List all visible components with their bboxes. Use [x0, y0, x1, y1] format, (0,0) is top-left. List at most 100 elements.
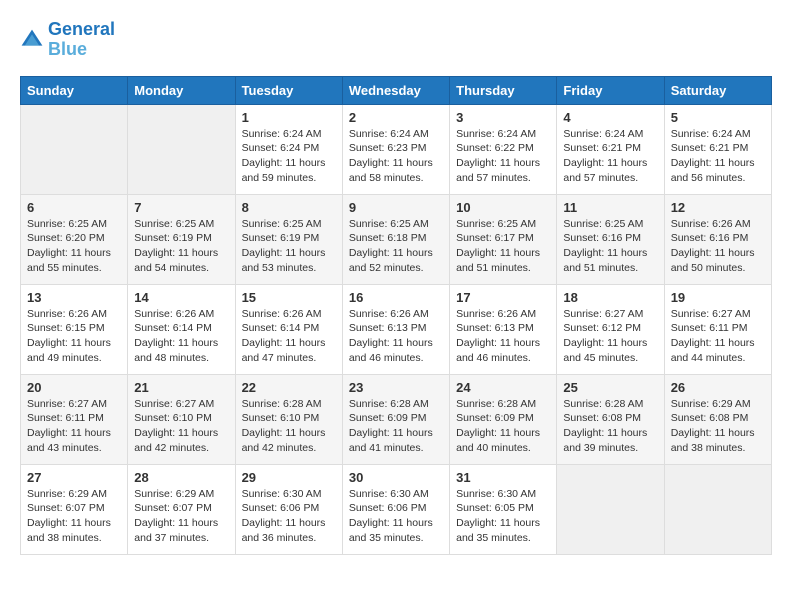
- logo-text: General Blue: [48, 20, 115, 60]
- logo: General Blue: [20, 20, 115, 60]
- day-number: 3: [456, 110, 550, 125]
- day-info: Sunrise: 6:27 AMSunset: 6:10 PMDaylight:…: [134, 397, 228, 456]
- day-info: Sunrise: 6:26 AMSunset: 6:13 PMDaylight:…: [349, 307, 443, 366]
- weekday-header: Tuesday: [235, 76, 342, 104]
- day-info: Sunrise: 6:24 AMSunset: 6:22 PMDaylight:…: [456, 127, 550, 186]
- day-info: Sunrise: 6:25 AMSunset: 6:18 PMDaylight:…: [349, 217, 443, 276]
- weekday-header: Wednesday: [342, 76, 449, 104]
- day-info: Sunrise: 6:25 AMSunset: 6:20 PMDaylight:…: [27, 217, 121, 276]
- day-number: 17: [456, 290, 550, 305]
- day-info: Sunrise: 6:28 AMSunset: 6:09 PMDaylight:…: [349, 397, 443, 456]
- calendar-week-row: 27 Sunrise: 6:29 AMSunset: 6:07 PMDayligh…: [21, 464, 772, 554]
- calendar-day-cell: 7 Sunrise: 6:25 AMSunset: 6:19 PMDaylight…: [128, 194, 235, 284]
- day-info: Sunrise: 6:25 AMSunset: 6:19 PMDaylight:…: [134, 217, 228, 276]
- page-header: General Blue: [20, 20, 772, 60]
- calendar-day-cell: 1Sunrise: 6:24 AMSunset: 6:24 PMDaylight…: [235, 104, 342, 194]
- calendar-week-row: 6 Sunrise: 6:25 AMSunset: 6:20 PMDaylight…: [21, 194, 772, 284]
- day-number: 6: [27, 200, 121, 215]
- day-info: Sunrise: 6:30 AMSunset: 6:06 PMDaylight:…: [349, 487, 443, 546]
- day-info: Sunrise: 6:28 AMSunset: 6:10 PMDaylight:…: [242, 397, 336, 456]
- calendar-day-cell: 14 Sunrise: 6:26 AMSunset: 6:14 PMDayligh…: [128, 284, 235, 374]
- day-number: 23: [349, 380, 443, 395]
- day-info: Sunrise: 6:27 AMSunset: 6:12 PMDaylight:…: [563, 307, 657, 366]
- day-number: 1: [242, 110, 336, 125]
- day-info: Sunrise: 6:26 AMSunset: 6:16 PMDaylight:…: [671, 217, 765, 276]
- calendar-day-cell: 28 Sunrise: 6:29 AMSunset: 6:07 PMDayligh…: [128, 464, 235, 554]
- day-number: 2: [349, 110, 443, 125]
- calendar-day-cell: [664, 464, 771, 554]
- day-info: Sunrise: 6:26 AMSunset: 6:14 PMDaylight:…: [134, 307, 228, 366]
- calendar-week-row: 20 Sunrise: 6:27 AMSunset: 6:11 PMDayligh…: [21, 374, 772, 464]
- calendar-day-cell: 18 Sunrise: 6:27 AMSunset: 6:12 PMDayligh…: [557, 284, 664, 374]
- calendar-day-cell: 12 Sunrise: 6:26 AMSunset: 6:16 PMDayligh…: [664, 194, 771, 284]
- day-info: Sunrise: 6:29 AMSunset: 6:07 PMDaylight:…: [134, 487, 228, 546]
- calendar-header-row: SundayMondayTuesdayWednesdayThursdayFrid…: [21, 76, 772, 104]
- day-number: 10: [456, 200, 550, 215]
- calendar-day-cell: 16 Sunrise: 6:26 AMSunset: 6:13 PMDayligh…: [342, 284, 449, 374]
- day-number: 7: [134, 200, 228, 215]
- day-info: Sunrise: 6:29 AMSunset: 6:08 PMDaylight:…: [671, 397, 765, 456]
- calendar-day-cell: 10 Sunrise: 6:25 AMSunset: 6:17 PMDayligh…: [450, 194, 557, 284]
- calendar-day-cell: 30Sunrise: 6:30 AMSunset: 6:06 PMDayligh…: [342, 464, 449, 554]
- day-number: 28: [134, 470, 228, 485]
- calendar-day-cell: 17 Sunrise: 6:26 AMSunset: 6:13 PMDayligh…: [450, 284, 557, 374]
- day-number: 8: [242, 200, 336, 215]
- day-number: 5: [671, 110, 765, 125]
- calendar-day-cell: 21 Sunrise: 6:27 AMSunset: 6:10 PMDayligh…: [128, 374, 235, 464]
- weekday-header: Friday: [557, 76, 664, 104]
- day-number: 20: [27, 380, 121, 395]
- day-number: 12: [671, 200, 765, 215]
- day-number: 19: [671, 290, 765, 305]
- day-info: Sunrise: 6:24 AMSunset: 6:21 PMDaylight:…: [563, 127, 657, 186]
- calendar-day-cell: [21, 104, 128, 194]
- day-info: Sunrise: 6:30 AMSunset: 6:05 PMDaylight:…: [456, 487, 550, 546]
- calendar-day-cell: 3 Sunrise: 6:24 AMSunset: 6:22 PMDaylight…: [450, 104, 557, 194]
- day-info: Sunrise: 6:26 AMSunset: 6:15 PMDaylight:…: [27, 307, 121, 366]
- calendar-day-cell: 26Sunrise: 6:29 AMSunset: 6:08 PMDayligh…: [664, 374, 771, 464]
- calendar-day-cell: 19Sunrise: 6:27 AMSunset: 6:11 PMDayligh…: [664, 284, 771, 374]
- weekday-header: Sunday: [21, 76, 128, 104]
- calendar-day-cell: 9Sunrise: 6:25 AMSunset: 6:18 PMDaylight…: [342, 194, 449, 284]
- day-number: 13: [27, 290, 121, 305]
- calendar-day-cell: 15 Sunrise: 6:26 AMSunset: 6:14 PMDayligh…: [235, 284, 342, 374]
- calendar-day-cell: 22 Sunrise: 6:28 AMSunset: 6:10 PMDayligh…: [235, 374, 342, 464]
- day-number: 22: [242, 380, 336, 395]
- day-number: 27: [27, 470, 121, 485]
- day-info: Sunrise: 6:25 AMSunset: 6:19 PMDaylight:…: [242, 217, 336, 276]
- weekday-header: Saturday: [664, 76, 771, 104]
- logo-icon: [20, 28, 44, 52]
- calendar-week-row: 13 Sunrise: 6:26 AMSunset: 6:15 PMDayligh…: [21, 284, 772, 374]
- calendar-day-cell: 6 Sunrise: 6:25 AMSunset: 6:20 PMDaylight…: [21, 194, 128, 284]
- day-number: 24: [456, 380, 550, 395]
- day-info: Sunrise: 6:26 AMSunset: 6:13 PMDaylight:…: [456, 307, 550, 366]
- day-info: Sunrise: 6:28 AMSunset: 6:08 PMDaylight:…: [563, 397, 657, 456]
- calendar-day-cell: 29Sunrise: 6:30 AMSunset: 6:06 PMDayligh…: [235, 464, 342, 554]
- calendar-day-cell: 8 Sunrise: 6:25 AMSunset: 6:19 PMDaylight…: [235, 194, 342, 284]
- day-number: 16: [349, 290, 443, 305]
- day-info: Sunrise: 6:26 AMSunset: 6:14 PMDaylight:…: [242, 307, 336, 366]
- weekday-header: Monday: [128, 76, 235, 104]
- day-number: 11: [563, 200, 657, 215]
- calendar-day-cell: 24Sunrise: 6:28 AMSunset: 6:09 PMDayligh…: [450, 374, 557, 464]
- day-info: Sunrise: 6:25 AMSunset: 6:17 PMDaylight:…: [456, 217, 550, 276]
- calendar-day-cell: 13 Sunrise: 6:26 AMSunset: 6:15 PMDayligh…: [21, 284, 128, 374]
- day-info: Sunrise: 6:27 AMSunset: 6:11 PMDaylight:…: [27, 397, 121, 456]
- day-number: 4: [563, 110, 657, 125]
- weekday-header: Thursday: [450, 76, 557, 104]
- day-number: 15: [242, 290, 336, 305]
- calendar-day-cell: 4 Sunrise: 6:24 AMSunset: 6:21 PMDaylight…: [557, 104, 664, 194]
- calendar-day-cell: 5Sunrise: 6:24 AMSunset: 6:21 PMDaylight…: [664, 104, 771, 194]
- day-number: 18: [563, 290, 657, 305]
- calendar-table: SundayMondayTuesdayWednesdayThursdayFrid…: [20, 76, 772, 555]
- day-number: 29: [242, 470, 336, 485]
- day-info: Sunrise: 6:25 AMSunset: 6:16 PMDaylight:…: [563, 217, 657, 276]
- calendar-day-cell: 2 Sunrise: 6:24 AMSunset: 6:23 PMDaylight…: [342, 104, 449, 194]
- calendar-day-cell: 20 Sunrise: 6:27 AMSunset: 6:11 PMDayligh…: [21, 374, 128, 464]
- day-number: 25: [563, 380, 657, 395]
- day-number: 21: [134, 380, 228, 395]
- day-number: 14: [134, 290, 228, 305]
- calendar-day-cell: 23 Sunrise: 6:28 AMSunset: 6:09 PMDayligh…: [342, 374, 449, 464]
- day-info: Sunrise: 6:24 AMSunset: 6:23 PMDaylight:…: [349, 127, 443, 186]
- day-number: 31: [456, 470, 550, 485]
- calendar-day-cell: 31 Sunrise: 6:30 AMSunset: 6:05 PMDayligh…: [450, 464, 557, 554]
